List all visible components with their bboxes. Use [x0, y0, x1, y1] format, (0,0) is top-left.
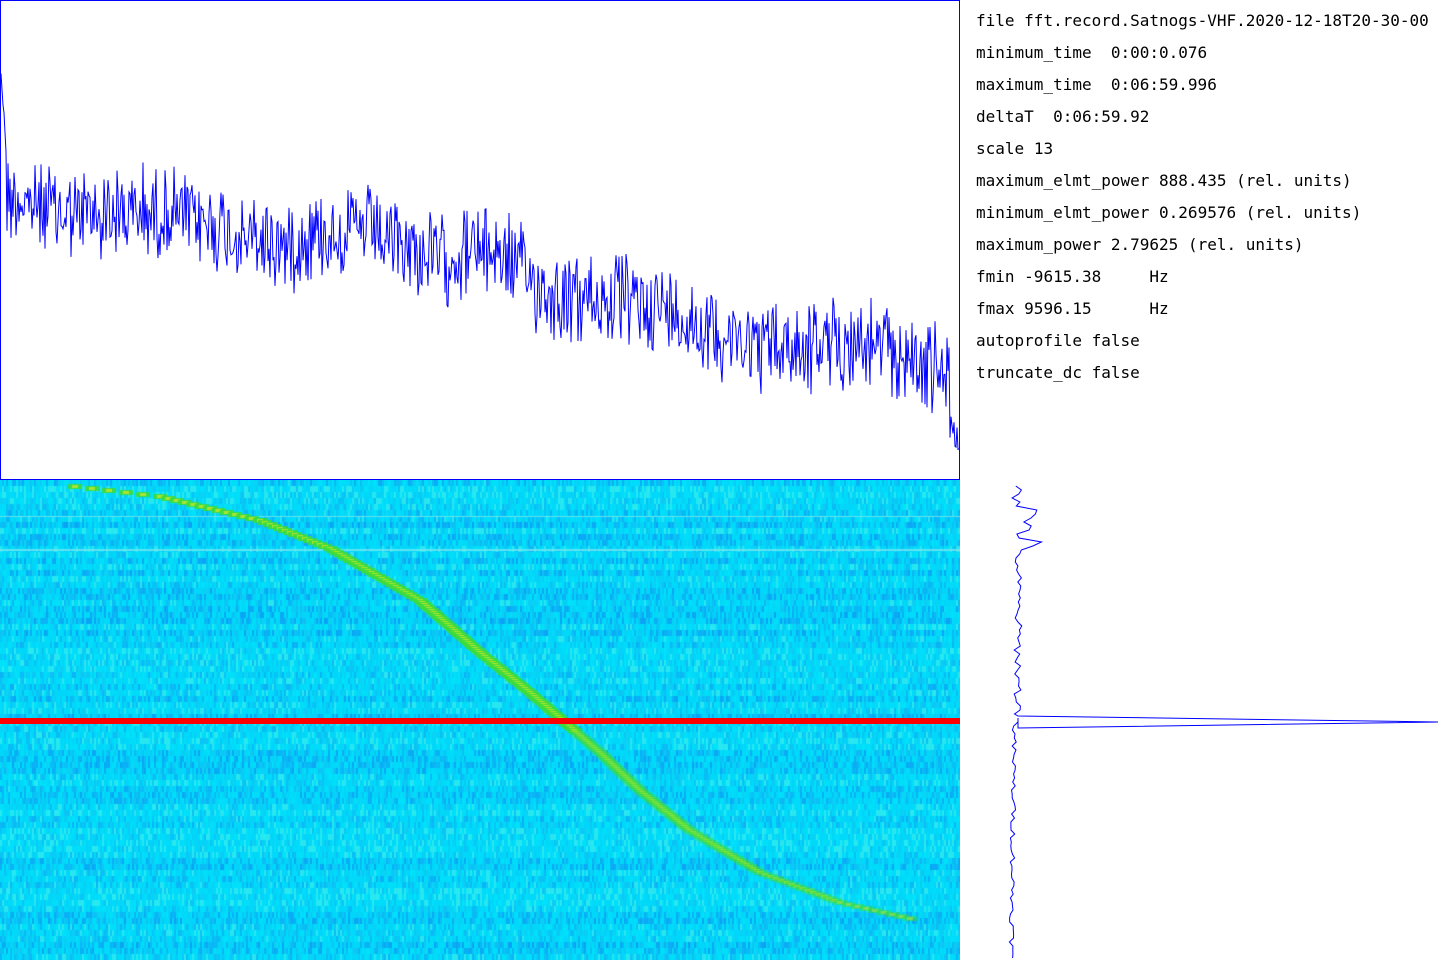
- info-row-maximum-power: maximum_power 2.79625 (rel. units): [976, 234, 1304, 266]
- info-key: fmin: [976, 267, 1015, 286]
- info-value: false: [1091, 331, 1140, 350]
- info-value: false: [1091, 363, 1140, 382]
- time-profile-plot: [960, 480, 1440, 960]
- info-key: fmax: [976, 299, 1015, 318]
- info-key: maximum_elmt_power: [976, 171, 1150, 190]
- info-key: autoprofile: [976, 331, 1082, 350]
- info-row-file: file fft.record.Satnogs-VHF.2020-12-18T2…: [976, 10, 1429, 42]
- info-row-scale: scale 13: [976, 138, 1053, 170]
- info-value: 13: [1033, 139, 1054, 158]
- info-row-minimum-time: minimum_time 0:00:0.076: [976, 42, 1207, 74]
- info-value: 0:00:0.076: [1110, 43, 1208, 62]
- info-value: fft.record.Satnogs-VHF.2020-12-18T20-30-…: [1024, 11, 1429, 30]
- info-panel: file fft.record.Satnogs-VHF.2020-12-18T2…: [976, 0, 1440, 480]
- info-key: maximum_time: [976, 75, 1092, 94]
- info-row-maximum-time: maximum_time 0:06:59.996: [976, 74, 1217, 106]
- info-row-autoprofile: autoprofile false: [976, 330, 1140, 362]
- info-row-minimum-elmt-power: minimum_elmt_power 0.269576 (rel. units): [976, 202, 1361, 234]
- time-cursor-line[interactable]: [0, 718, 960, 724]
- info-value: 2.79625 (rel. units): [1110, 235, 1304, 254]
- info-row-deltat: deltaT 0:06:59.92: [976, 106, 1149, 138]
- info-key: file: [976, 11, 1015, 30]
- info-value: 0:06:59.92: [1053, 107, 1150, 126]
- info-row-maximum-elmt-power: maximum_elmt_power 888.435 (rel. units): [976, 170, 1352, 202]
- info-key: minimum_time: [976, 43, 1092, 62]
- spectrum-trace-area: [1, 73, 959, 451]
- info-row-fmax: fmax 9596.15 Hz: [976, 298, 1169, 330]
- info-value: 0.269576 (rel. units): [1159, 203, 1362, 222]
- time-profile-area: [1008, 485, 1439, 959]
- info-key: minimum_elmt_power: [976, 203, 1150, 222]
- info-value: 9596.15 Hz: [1024, 299, 1169, 318]
- spectrum-trace: [1, 73, 959, 451]
- info-row-truncate-dc: truncate_dc false: [976, 362, 1140, 394]
- time-profile-trace: [1008, 485, 1439, 959]
- info-key: truncate_dc: [976, 363, 1082, 382]
- info-value: -9615.38 Hz: [1024, 267, 1169, 286]
- waterfall-spectrogram[interactable]: [0, 480, 960, 960]
- info-value: 888.435 (rel. units): [1159, 171, 1352, 190]
- info-key: maximum_power: [976, 235, 1102, 254]
- spectrum-plot[interactable]: [0, 0, 960, 480]
- info-key: deltaT: [976, 107, 1034, 126]
- info-row-fmin: fmin -9615.38 Hz: [976, 266, 1169, 298]
- info-key: scale: [976, 139, 1025, 158]
- info-value: 0:06:59.996: [1110, 75, 1217, 94]
